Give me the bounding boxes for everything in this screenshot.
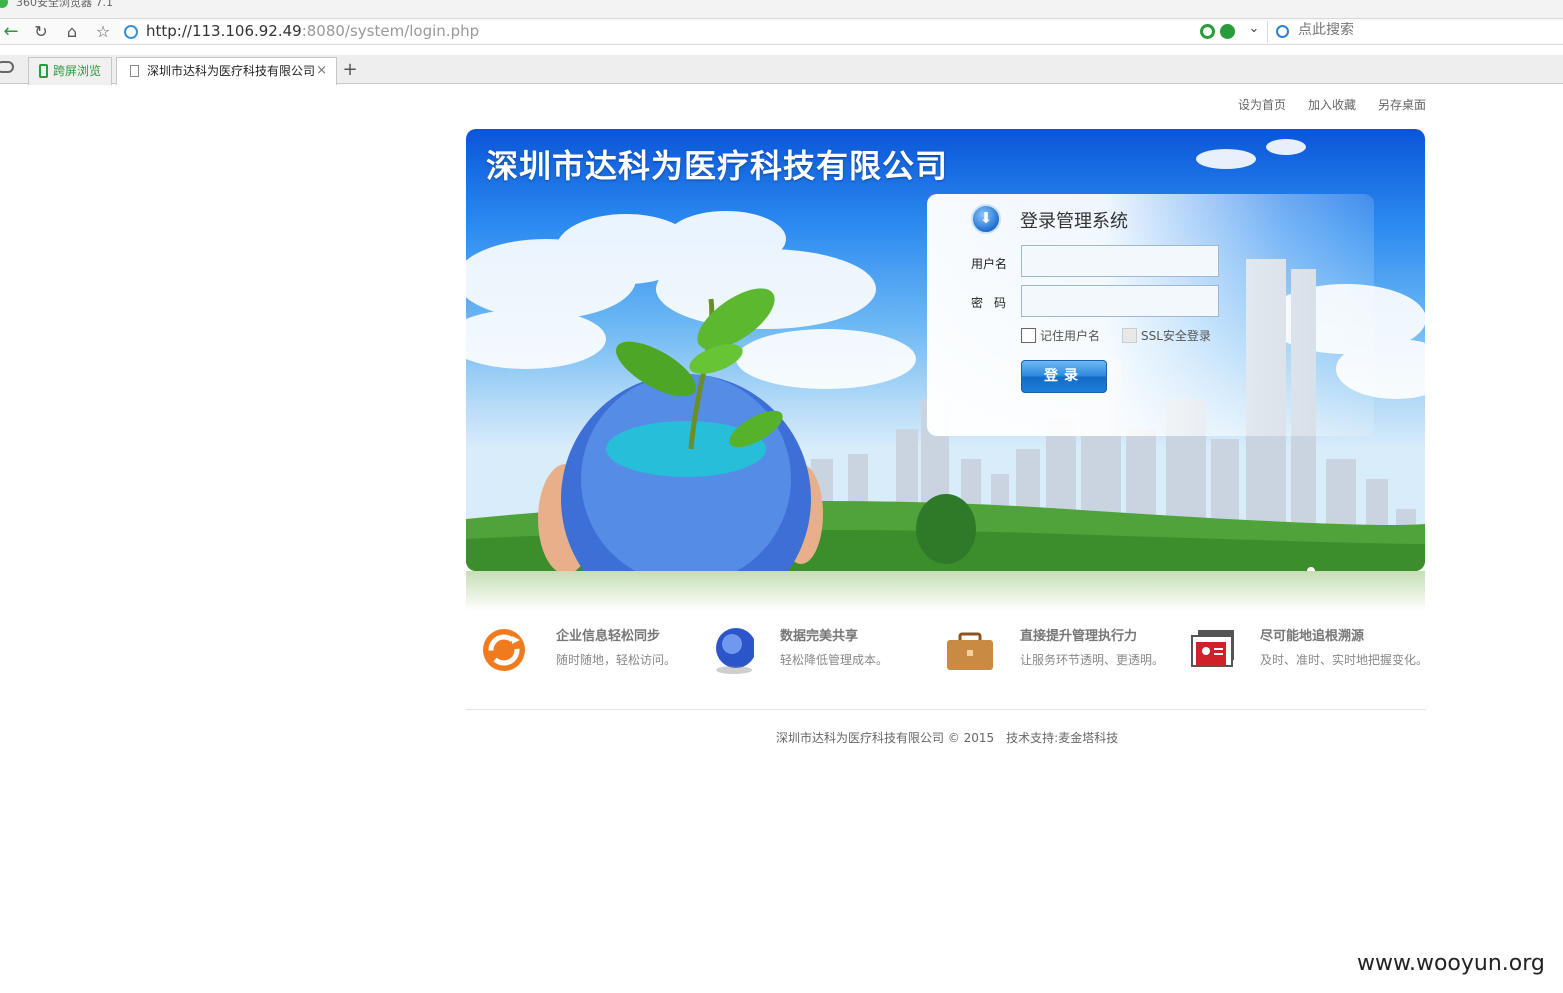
- banner-reflection: [466, 571, 1425, 611]
- footer-copyright: 深圳市达科为医疗科技有限公司 © 2015: [776, 731, 995, 745]
- sync-icon: [483, 629, 525, 671]
- phone-icon: [39, 64, 48, 78]
- extension-refresh-icon[interactable]: [1200, 24, 1215, 39]
- close-tab-icon[interactable]: ×: [316, 58, 327, 84]
- address-bar: ← ↻ ⌂ ☆ http://113.106.92.49:8080/system…: [0, 18, 1563, 45]
- remember-username-label[interactable]: 记住用户名: [1040, 327, 1100, 344]
- password-label: 密码: [971, 296, 1018, 310]
- feature-share: 数据完美共享 轻松降低管理成本。: [706, 624, 936, 679]
- back-icon[interactable]: ←: [0, 22, 22, 42]
- feature-title: 直接提升管理执行力: [1020, 629, 1138, 644]
- remember-username-checkbox[interactable]: [1021, 328, 1036, 343]
- username-label: 用户名: [971, 257, 1008, 271]
- chevron-down-icon[interactable]: ⌄: [1244, 21, 1264, 36]
- download-arrow-icon: [971, 204, 1001, 234]
- save-desktop-link[interactable]: 另存桌面: [1378, 98, 1426, 112]
- feature-desc: 让服务环节透明、更透明。: [1020, 653, 1165, 667]
- watermark: www.wooyun.org: [1357, 951, 1545, 976]
- search-box: [1267, 21, 1563, 43]
- globe-icon: [716, 628, 754, 674]
- star-icon[interactable]: ☆: [92, 22, 114, 42]
- footer-divider: [466, 709, 1426, 710]
- tab-label: 深圳市达科为医疗科技有限公司: [147, 64, 316, 78]
- search-icon[interactable]: [1276, 25, 1289, 38]
- company-name: 深圳市达科为医疗科技有限公司: [486, 147, 949, 185]
- cloud-icon[interactable]: [0, 61, 14, 73]
- tree-illustration: [916, 494, 976, 564]
- window-controls[interactable]: ⌃⌃: [1531, 0, 1559, 7]
- browser-titlebar: 360安全浏览器 7.1 ⌃⌃: [0, 0, 1563, 18]
- login-title: 登录管理系统: [1020, 211, 1128, 232]
- add-favorite-link[interactable]: 加入收藏: [1308, 98, 1356, 112]
- tab-split-browsing[interactable]: 跨屏浏览: [28, 57, 112, 85]
- search-input[interactable]: [1298, 22, 1548, 38]
- ssl-login-label[interactable]: SSL安全登录: [1141, 327, 1211, 344]
- password-input[interactable]: [1021, 285, 1219, 317]
- url-field[interactable]: http://113.106.92.49:8080/system/login.p…: [120, 21, 1270, 43]
- footer: 深圳市达科为医疗科技有限公司 © 2015 技术支持:麦金塔科技: [776, 729, 1118, 746]
- footer-support: 技术支持:麦金塔科技: [1006, 731, 1119, 745]
- ssl-login-checkbox[interactable]: [1122, 328, 1137, 343]
- reload-icon[interactable]: ↻: [30, 22, 52, 42]
- top-links: 设为首页 加入收藏 另存桌面: [1216, 96, 1426, 113]
- feature-trace: 尽可能地追根溯源 及时、准时、实时地把握变化。: [1186, 624, 1428, 679]
- feature-desc: 随时随地，轻松访问。: [556, 653, 677, 667]
- tab-label: 跨屏浏览: [53, 64, 102, 78]
- extension-leaf-icon[interactable]: [1220, 24, 1235, 39]
- tab-active-page[interactable]: 深圳市达科为医疗科技有限公司 ×: [116, 57, 337, 85]
- feature-title: 数据完美共享: [780, 629, 859, 644]
- feature-sync: 企业信息轻松同步 随时随地，轻松访问。: [482, 624, 712, 679]
- id-card-icon: [1191, 630, 1234, 667]
- browser-title: 360安全浏览器 7.1: [16, 0, 113, 9]
- new-tab-button[interactable]: +: [339, 59, 361, 83]
- page-icon: [130, 65, 139, 77]
- browser-logo-icon: [0, 0, 8, 8]
- login-button[interactable]: 登录: [1021, 360, 1107, 393]
- feature-desc: 轻松降低管理成本。: [780, 653, 889, 667]
- feature-title: 企业信息轻松同步: [556, 629, 661, 644]
- home-icon[interactable]: ⌂: [61, 22, 83, 42]
- tab-bar: 跨屏浏览 深圳市达科为医疗科技有限公司 × +: [0, 55, 1563, 85]
- feature-execution: 直接提升管理执行力 让服务环节透明、更透明。: [946, 624, 1176, 679]
- feature-title: 尽可能地追根溯源: [1260, 629, 1365, 644]
- username-input[interactable]: [1021, 245, 1219, 277]
- site-globe-icon: [124, 25, 138, 39]
- briefcase-icon: [947, 632, 993, 670]
- url-text[interactable]: http://113.106.92.49:8080/system/login.p…: [146, 22, 479, 40]
- login-panel: 登录管理系统 用户名 密码 记住用户名 SSL安全登录 登录: [927, 194, 1374, 436]
- set-homepage-link[interactable]: 设为首页: [1238, 98, 1286, 112]
- feature-desc: 及时、准时、实时地把握变化。: [1260, 653, 1429, 667]
